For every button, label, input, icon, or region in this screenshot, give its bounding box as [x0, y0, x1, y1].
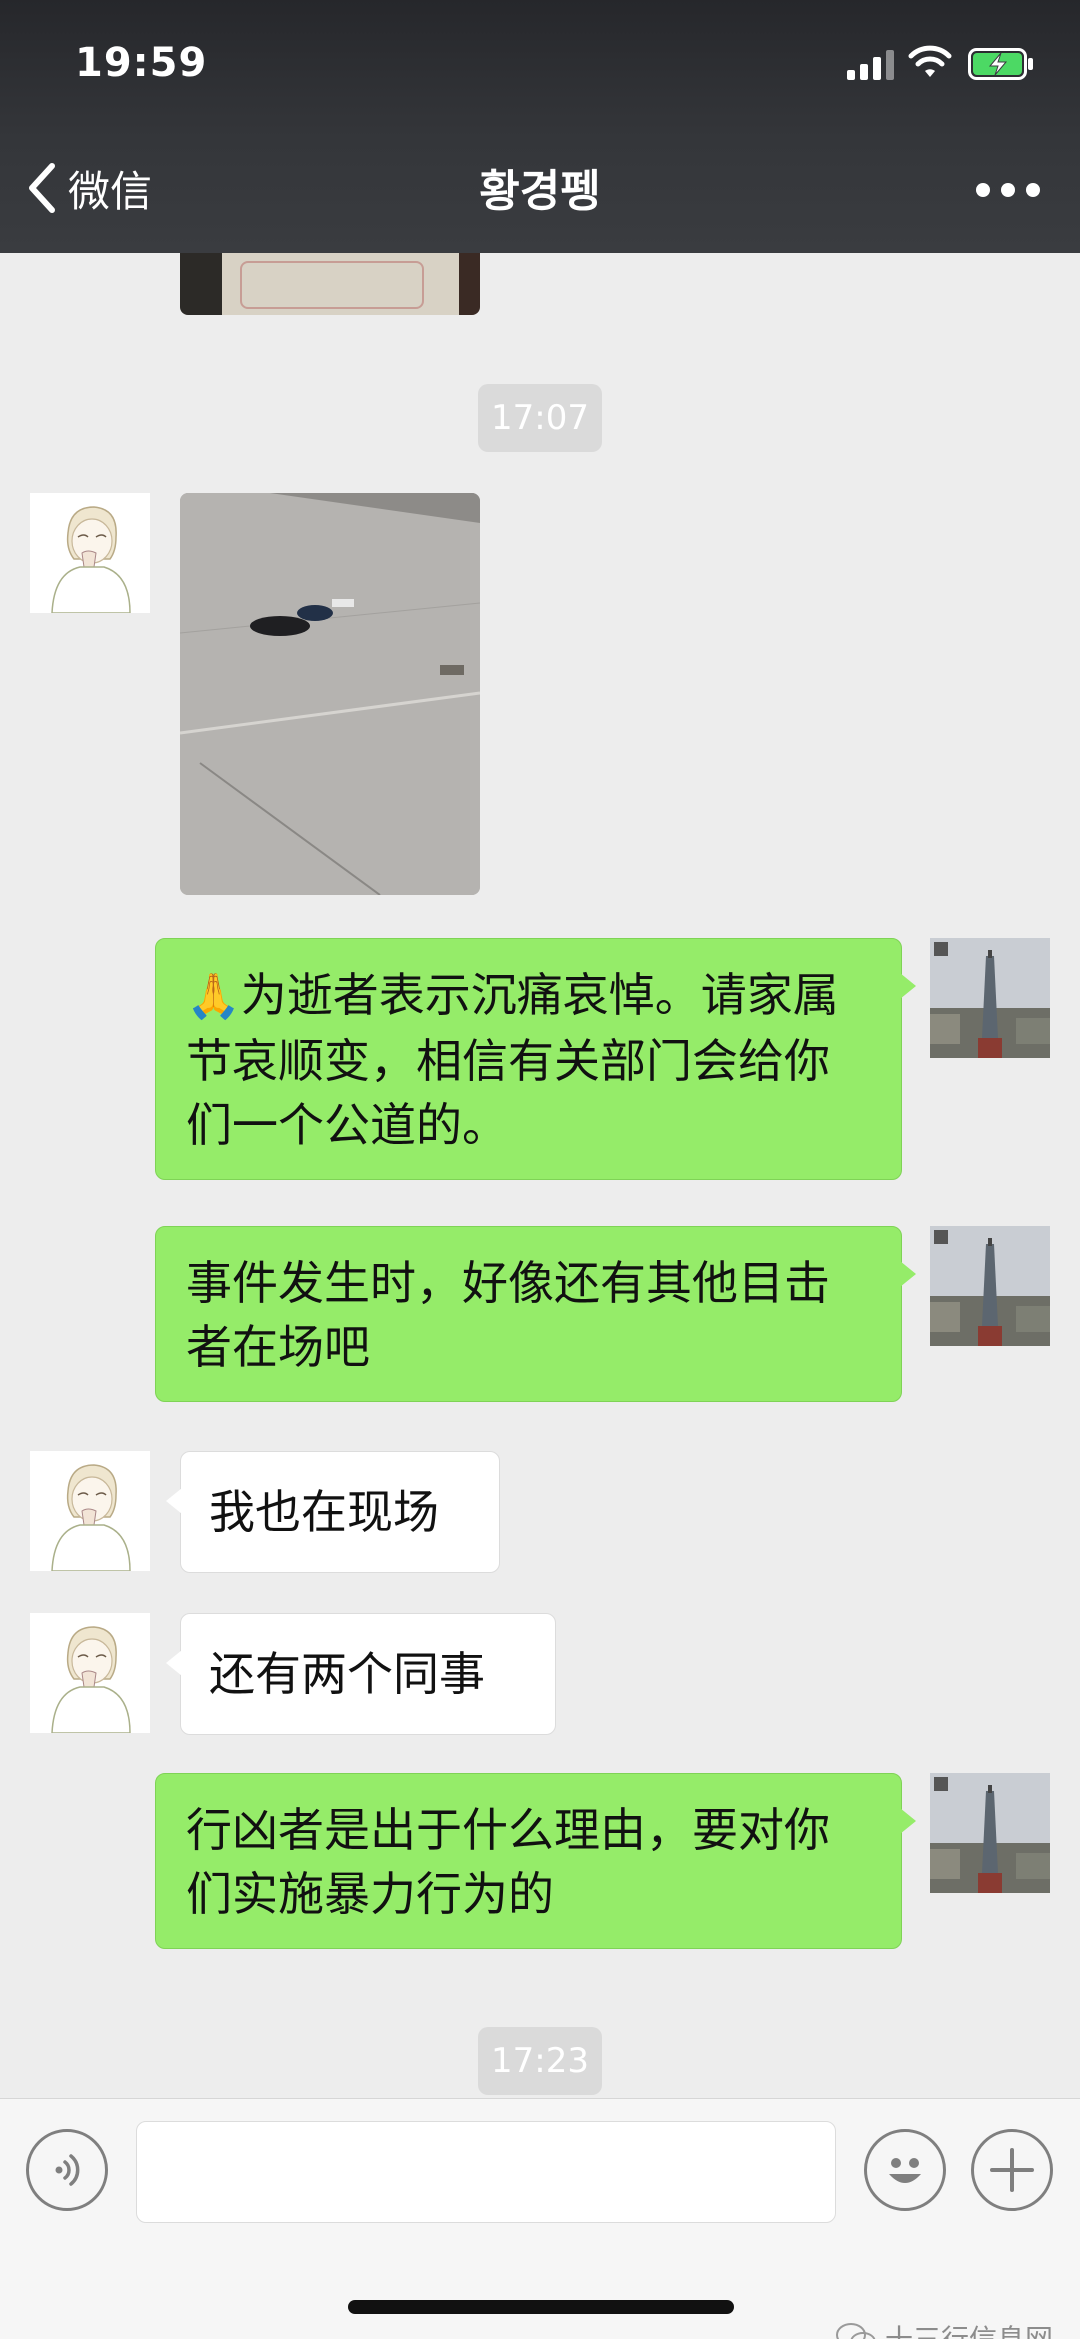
timestamp: 17:23: [478, 2027, 602, 2095]
signal-icon: [847, 50, 895, 80]
my-avatar[interactable]: [930, 938, 1050, 1058]
wechat-logo-icon: [836, 2323, 876, 2339]
timestamp: 17:07: [478, 384, 602, 452]
home-indicator[interactable]: [348, 2300, 734, 2314]
plus-icon: [990, 2148, 1034, 2192]
anime-avatar-icon: [30, 493, 150, 613]
emoji-button[interactable]: [864, 2129, 946, 2211]
watermark: 十三行信息网: [835, 2318, 1053, 2339]
battery-charging-icon: [968, 48, 1033, 80]
my-avatar[interactable]: [930, 1226, 1050, 1346]
contact-avatar[interactable]: [30, 1613, 150, 1733]
watermark-text: 十三行信息网: [885, 2318, 1053, 2339]
city-tower-avatar-icon: [930, 1773, 1050, 1893]
photo-message[interactable]: [180, 493, 480, 895]
wifi-icon: [908, 45, 952, 77]
add-button[interactable]: [971, 2129, 1053, 2211]
my-avatar[interactable]: [930, 1773, 1050, 1893]
emoji-icon: [889, 2158, 921, 2183]
voice-button[interactable]: [26, 2129, 108, 2211]
top-bar: 19:59 微信 황경펭: [0, 0, 1080, 253]
chat-title: 황경펭: [479, 166, 601, 217]
message-text: 事件发生时，好像还有其他目击者在场吧: [186, 1256, 830, 1374]
my-message[interactable]: 事件发生时，好像还有其他目击者在场吧: [155, 1226, 916, 1402]
voice-icon: [55, 2154, 80, 2186]
their-message[interactable]: 还有两个同事: [166, 1613, 556, 1735]
message-text: 为逝者表示沉痛哀悼。请家属节哀顺变，相信有关部门会给你们一个公道的。: [186, 968, 839, 1152]
their-message[interactable]: 我也在现场: [166, 1451, 500, 1573]
message-text: 我也在现场: [209, 1485, 439, 1539]
previous-photo-message[interactable]: [180, 253, 480, 315]
contact-avatar[interactable]: [30, 1451, 150, 1571]
more-dots-icon: [976, 183, 990, 197]
my-message[interactable]: 行凶者是出于什么理由，要对你们实施暴力行为的: [155, 1773, 916, 1949]
message-text: 行凶者是出于什么理由，要对你们实施暴力行为的: [186, 1803, 830, 1921]
message-input[interactable]: [136, 2121, 836, 2223]
my-message[interactable]: 🙏为逝者表示沉痛哀悼。请家属节哀顺变，相信有关部门会给你们一个公道的。: [155, 938, 916, 1180]
pray-emoji-icon: 🙏: [186, 971, 241, 1022]
more-button[interactable]: [976, 180, 1040, 200]
city-tower-avatar-icon: [930, 1226, 1050, 1346]
anime-avatar-icon: [30, 1613, 150, 1733]
contact-avatar[interactable]: [30, 493, 150, 613]
street-photo: [180, 493, 480, 895]
message-text: 还有两个同事: [209, 1647, 485, 1701]
chat-area[interactable]: 17:07 🙏为逝者表示沉痛哀悼。请家属节哀顺变，相信有关部门会给你们一个公道的…: [0, 253, 1080, 2098]
anime-avatar-icon: [30, 1451, 150, 1571]
city-tower-avatar-icon: [930, 938, 1050, 1058]
status-time: 19:59: [75, 40, 208, 86]
